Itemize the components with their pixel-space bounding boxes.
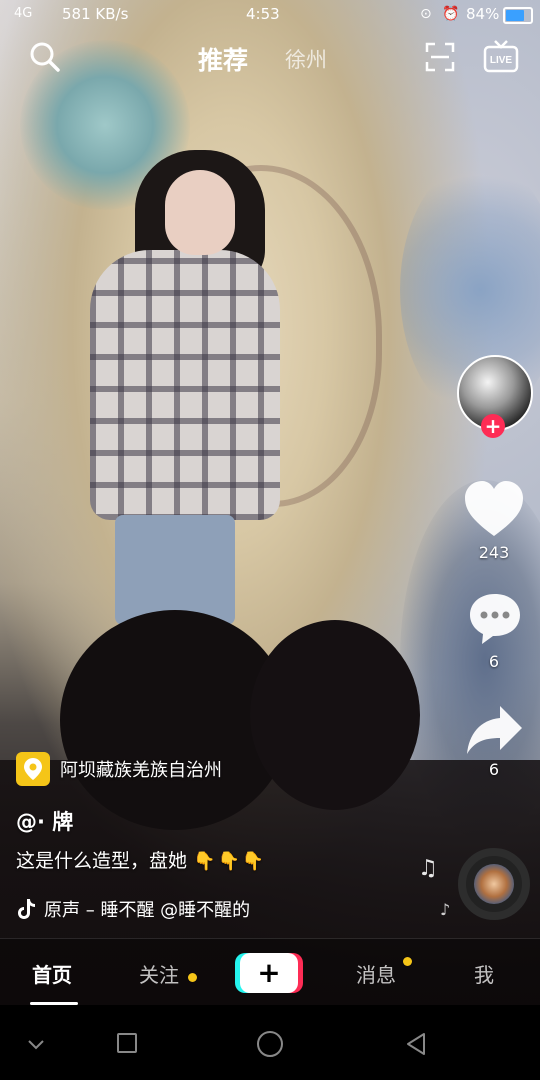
alarm-icon: ⏰ xyxy=(442,6,460,22)
home-button[interactable] xyxy=(257,1031,283,1057)
singer-face xyxy=(165,170,235,255)
scan-icon[interactable] xyxy=(425,42,455,72)
location-tag[interactable]: 阿坝藏族羌族自治州 xyxy=(16,752,222,786)
singer-coat xyxy=(90,250,280,520)
messages-notification-dot xyxy=(403,957,412,966)
live-icon[interactable]: LIVE xyxy=(482,38,520,76)
follow-button[interactable]: + xyxy=(481,414,505,438)
comment-count: 6 xyxy=(488,652,500,671)
share-count: 6 xyxy=(488,760,500,779)
music-info[interactable]: 原声 – 睡不醒 @睡不醒的 xyxy=(14,896,289,922)
system-nav-bar xyxy=(0,1008,540,1080)
battery-icon xyxy=(503,7,533,24)
like-count: 243 xyxy=(478,543,510,562)
music-title: 原声 – 睡不醒 @睡不醒的 xyxy=(44,900,251,921)
music-note-icon: ♪ xyxy=(440,900,451,919)
tab-me[interactable]: 我 xyxy=(474,959,494,988)
share-icon[interactable] xyxy=(464,702,524,758)
tab-following[interactable]: 关注 xyxy=(139,959,179,988)
create-button[interactable]: + xyxy=(235,953,303,993)
music-note-icon: ♫ xyxy=(418,856,438,881)
active-tab-indicator xyxy=(30,1002,78,1005)
location-pin-icon xyxy=(16,752,50,786)
author-name[interactable]: @· 牌 xyxy=(16,806,73,836)
following-notification-dot xyxy=(188,973,197,982)
recent-apps-button[interactable] xyxy=(117,1033,137,1053)
signal-icon: 4G xyxy=(14,6,33,21)
back-button[interactable] xyxy=(404,1031,428,1057)
tab-recommend[interactable]: 推荐 xyxy=(198,41,248,77)
music-cover xyxy=(474,864,514,904)
chevron-down-icon[interactable] xyxy=(26,1034,46,1054)
music-disc[interactable] xyxy=(458,848,530,920)
live-label: LIVE xyxy=(490,55,513,66)
caption-emoji: 👇👇👇 xyxy=(193,851,267,872)
net-speed: 581 KB/s xyxy=(62,5,129,23)
status-bar: 4G 581 KB/s 4:53 ⊙ ⏰ 84% xyxy=(0,0,540,28)
audience-head xyxy=(250,620,420,810)
search-icon[interactable] xyxy=(28,40,62,74)
tab-city[interactable]: 徐州 xyxy=(285,44,327,74)
comment-icon[interactable] xyxy=(466,590,524,648)
clock: 4:53 xyxy=(246,5,280,23)
lock-icon: ⊙ xyxy=(420,6,432,22)
top-nav: 推荐 徐州 LIVE xyxy=(0,36,540,80)
video-caption: 这是什么造型，盘她 👇👇👇 xyxy=(16,846,266,873)
location-text: 阿坝藏族羌族自治州 xyxy=(60,760,222,781)
app-screen: 4G 581 KB/s 4:53 ⊙ ⏰ 84% 推荐 徐州 LIVE + 24… xyxy=(0,0,540,1080)
battery-percent: 84% xyxy=(466,5,500,23)
battery-fill xyxy=(506,10,525,21)
caption-text: 这是什么造型，盘她 xyxy=(16,850,188,872)
tab-messages[interactable]: 消息 xyxy=(356,959,396,988)
heart-icon[interactable] xyxy=(462,478,526,542)
tab-home[interactable]: 首页 xyxy=(32,959,72,988)
tiktok-note-icon xyxy=(18,899,35,919)
bottom-tab-bar: 首页 关注 + 消息 我 xyxy=(0,938,540,1009)
plus-icon: + xyxy=(240,953,298,993)
singer-legs xyxy=(115,515,235,625)
